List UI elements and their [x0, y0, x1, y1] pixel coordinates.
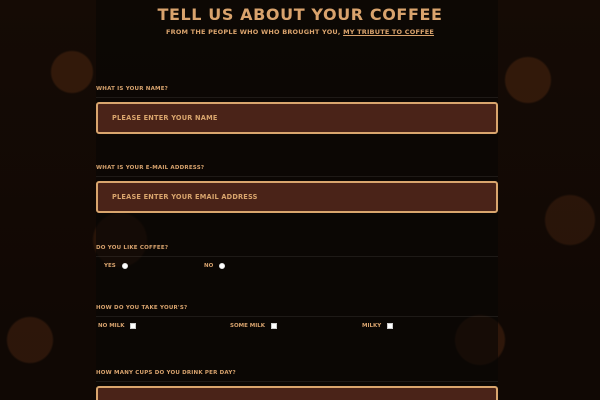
like-no-label: NO	[204, 263, 214, 269]
no-milk-option[interactable]: NO MILK	[98, 323, 137, 329]
subtitle-text: FROM THE PEOPLE WHO WHO BROUGHT YOU,	[165, 28, 341, 36]
some-milk-label: SOME MILK	[230, 323, 266, 329]
cups-section: HOW MANY CUPS DO YOU DRINK PER DAY?	[96, 370, 498, 400]
like-yes-radio[interactable]	[121, 263, 128, 269]
email-section: WHAT IS YOUR E-MAIL ADDRESS? PLEASE ENTE…	[96, 165, 498, 213]
milky-checkbox[interactable]	[387, 323, 394, 329]
page-header: TELL US ABOUT YOUR COFFEE FROM THE PEOPL…	[0, 0, 600, 36]
page-subtitle: FROM THE PEOPLE WHO WHO BROUGHT YOU, MY …	[0, 28, 600, 36]
page-title: TELL US ABOUT YOUR COFFEE	[157, 5, 443, 24]
cups-input[interactable]	[96, 386, 498, 400]
milky-label: MILKY	[362, 323, 382, 329]
take-coffee-label: HOW DO YOU TAKE YOUR'S?	[96, 305, 498, 317]
like-yes-label: YES	[104, 263, 116, 269]
like-coffee-options: YES NO	[96, 263, 498, 275]
email-label: WHAT IS YOUR E-MAIL ADDRESS?	[96, 165, 498, 177]
like-coffee-label: DO YOU LIKE COFFEE?	[96, 245, 498, 257]
cups-label: HOW MANY CUPS DO YOU DRINK PER DAY?	[96, 370, 498, 382]
name-section: WHAT IS YOUR NAME? PLEASE ENTER YOUR NAM…	[96, 86, 498, 134]
milky-option[interactable]: MILKY	[362, 323, 394, 329]
name-label: WHAT IS YOUR NAME?	[96, 86, 498, 98]
no-milk-checkbox[interactable]	[130, 323, 137, 329]
name-input[interactable]: PLEASE ENTER YOUR NAME	[96, 102, 498, 134]
tribute-link[interactable]: MY TRIBUTE TO COFFEE	[343, 28, 434, 36]
like-no-option[interactable]: NO	[204, 263, 226, 269]
some-milk-option[interactable]: SOME MILK	[230, 323, 278, 329]
like-yes-option[interactable]: YES	[104, 263, 128, 269]
no-milk-label: NO MILK	[98, 323, 125, 329]
some-milk-checkbox[interactable]	[271, 323, 278, 329]
email-input[interactable]: PLEASE ENTER YOUR EMAIL ADDRESS	[96, 181, 498, 213]
take-coffee-section: HOW DO YOU TAKE YOUR'S? NO MILK SOME MIL…	[96, 305, 498, 335]
take-coffee-options: NO MILK SOME MILK MILKY	[96, 323, 498, 335]
like-no-radio[interactable]	[219, 263, 226, 269]
like-coffee-section: DO YOU LIKE COFFEE? YES NO	[96, 245, 498, 275]
